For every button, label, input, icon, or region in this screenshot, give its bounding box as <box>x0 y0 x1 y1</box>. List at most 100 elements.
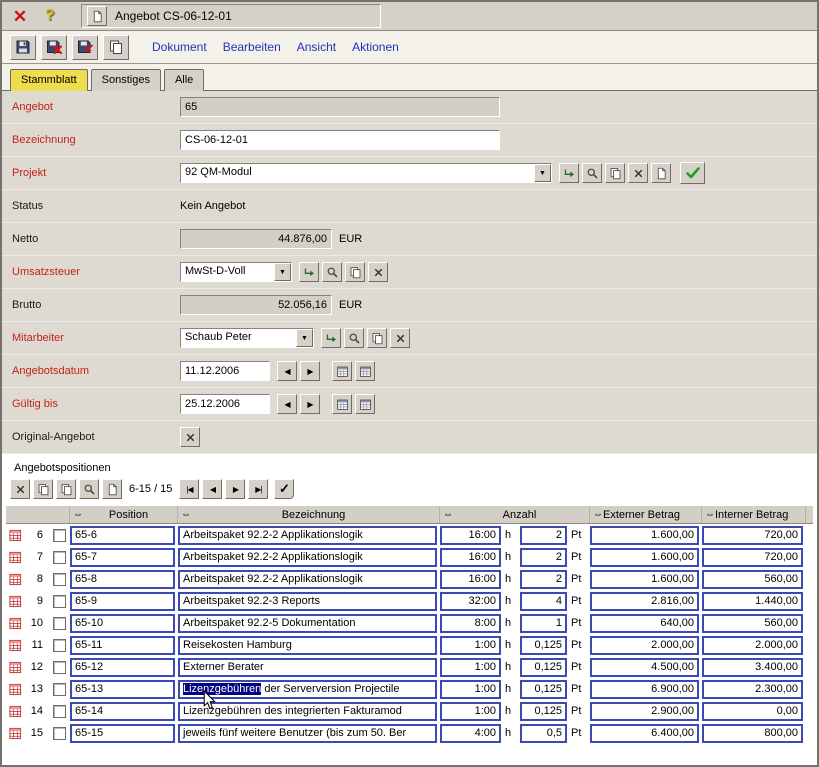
bezeichnung-cell[interactable]: Arbeitspaket 92.2-3 Reports <box>178 592 437 611</box>
row-checkbox[interactable] <box>48 661 70 674</box>
interner-betrag-cell[interactable]: 560,00 <box>702 570 803 589</box>
interner-betrag-cell[interactable]: 720,00 <box>702 526 803 545</box>
angebotsdatum-next-button[interactable]: ▶ <box>300 361 320 381</box>
externer-betrag-cell[interactable]: 2.900,00 <box>590 702 699 721</box>
row-edit-button[interactable] <box>6 661 24 674</box>
externer-betrag-cell[interactable]: 6.400,00 <box>590 724 699 743</box>
close-button[interactable]: ✕ <box>7 5 33 28</box>
original-angebot-checkbox[interactable] <box>180 427 200 447</box>
row-checkbox[interactable] <box>48 595 70 608</box>
menu-bearbeiten[interactable]: Bearbeiten <box>223 40 281 54</box>
mitarbeiter-clear-button[interactable] <box>390 328 410 348</box>
zeit-cell[interactable]: 16:00 <box>440 526 501 545</box>
column-header-bezeichnung[interactable]: ⇔ Bezeichnung <box>178 506 440 523</box>
column-header-anzahl[interactable]: ⇔ Anzahl <box>440 506 590 523</box>
gueltig-bis-calendar-alt-button[interactable] <box>355 394 375 414</box>
row-checkbox[interactable] <box>48 551 70 564</box>
netto-input[interactable] <box>180 229 332 249</box>
bezeichnung-cell[interactable]: jeweils fünf weitere Benutzer (bis zum 5… <box>178 724 437 743</box>
sort-icon[interactable]: ⇔ <box>443 509 453 520</box>
checkbox-box[interactable] <box>53 639 66 652</box>
copy-position-button[interactable] <box>33 479 53 499</box>
externer-betrag-cell[interactable]: 640,00 <box>590 614 699 633</box>
externer-betrag-cell[interactable]: 1.600,00 <box>590 570 699 589</box>
zeit-cell[interactable]: 8:00 <box>440 614 501 633</box>
row-edit-button[interactable] <box>6 617 24 630</box>
gueltig-bis-prev-button[interactable]: ◀ <box>277 394 297 414</box>
position-cell[interactable]: 65-12 <box>70 658 175 677</box>
help-button[interactable]: ? <box>37 5 63 28</box>
bezeichnung-cell[interactable]: Lizenzgebühren des integrierten Fakturam… <box>178 702 437 721</box>
document-button[interactable] <box>87 6 107 26</box>
externer-betrag-cell[interactable]: 1.600,00 <box>590 526 699 545</box>
interner-betrag-cell[interactable]: 1.440,00 <box>702 592 803 611</box>
prev-page-button[interactable]: ◀ <box>202 479 222 499</box>
save-close-button[interactable] <box>41 35 67 60</box>
bezeichnung-cell[interactable]: Externer Berater <box>178 658 437 677</box>
sort-icon[interactable]: ⇔ <box>181 509 191 520</box>
externer-betrag-cell[interactable]: 2.816,00 <box>590 592 699 611</box>
interner-betrag-cell[interactable]: 560,00 <box>702 614 803 633</box>
search-position-button[interactable] <box>79 479 99 499</box>
sort-icon[interactable]: ⇔ <box>705 509 715 520</box>
externer-betrag-cell[interactable]: 4.500,00 <box>590 658 699 677</box>
zeit-cell[interactable]: 1:00 <box>440 702 501 721</box>
anzahl-cell[interactable]: 0,5 <box>520 724 567 743</box>
zeit-cell[interactable]: 16:00 <box>440 570 501 589</box>
mitarbeiter-select[interactable]: Schaub Peter ▼ <box>180 328 314 348</box>
mitarbeiter-copy-button[interactable] <box>367 328 387 348</box>
position-cell[interactable]: 65-11 <box>70 636 175 655</box>
next-page-button[interactable]: ▶ <box>225 479 245 499</box>
interner-betrag-cell[interactable]: 2.000,00 <box>702 636 803 655</box>
interner-betrag-cell[interactable]: 3.400,00 <box>702 658 803 677</box>
row-edit-button[interactable] <box>6 573 24 586</box>
tab-alle[interactable]: Alle <box>164 69 204 91</box>
row-edit-button[interactable] <box>6 595 24 608</box>
projekt-confirm-button[interactable] <box>680 162 705 184</box>
bezeichnung-cell[interactable]: Lizenzgebühren der Serverversion Project… <box>178 680 437 699</box>
bezeichnung-cell[interactable]: Arbeitspaket 92.2-2 Applikationslogik <box>178 526 437 545</box>
mitarbeiter-goto-button[interactable] <box>321 328 341 348</box>
row-edit-button[interactable] <box>6 727 24 740</box>
interner-betrag-cell[interactable]: 800,00 <box>702 724 803 743</box>
projekt-new-button[interactable] <box>651 163 671 183</box>
row-edit-button[interactable] <box>6 639 24 652</box>
umsatzsteuer-search-button[interactable] <box>322 262 342 282</box>
first-page-button[interactable]: |◀ <box>179 479 199 499</box>
row-checkbox[interactable] <box>48 573 70 586</box>
row-edit-button[interactable] <box>6 529 24 542</box>
zeit-cell[interactable]: 4:00 <box>440 724 501 743</box>
row-edit-button[interactable] <box>6 683 24 696</box>
projekt-search-button[interactable] <box>582 163 602 183</box>
gueltig-bis-input[interactable] <box>180 394 270 414</box>
umsatzsteuer-select[interactable]: MwSt-D-Voll ▼ <box>180 262 292 282</box>
row-checkbox[interactable] <box>48 705 70 718</box>
row-edit-button[interactable] <box>6 551 24 564</box>
zeit-cell[interactable]: 16:00 <box>440 548 501 567</box>
position-cell[interactable]: 65-13 <box>70 680 175 699</box>
umsatzsteuer-clear-button[interactable] <box>368 262 388 282</box>
position-cell[interactable]: 65-9 <box>70 592 175 611</box>
row-checkbox[interactable] <box>48 529 70 542</box>
projekt-select[interactable]: 92 QM-Modul ▼ <box>180 163 552 183</box>
projekt-goto-button[interactable] <box>559 163 579 183</box>
anzahl-cell[interactable]: 2 <box>520 548 567 567</box>
externer-betrag-cell[interactable]: 6.900,00 <box>590 680 699 699</box>
angebot-input[interactable] <box>180 97 500 117</box>
interner-betrag-cell[interactable]: 720,00 <box>702 548 803 567</box>
menu-aktionen[interactable]: Aktionen <box>352 40 399 54</box>
anzahl-cell[interactable]: 2 <box>520 526 567 545</box>
column-header-position[interactable]: ⇔ Position <box>70 506 178 523</box>
checkbox-box[interactable] <box>53 727 66 740</box>
menu-dokument[interactable]: Dokument <box>152 40 207 54</box>
save-as-button[interactable] <box>72 35 98 60</box>
checkbox-box[interactable] <box>53 595 66 608</box>
anzahl-cell[interactable]: 1 <box>520 614 567 633</box>
checkbox-box[interactable] <box>53 617 66 630</box>
chevron-down-icon[interactable]: ▼ <box>296 329 313 347</box>
gueltig-bis-calendar-button[interactable] <box>332 394 352 414</box>
copy-document-button[interactable] <box>103 35 129 60</box>
bezeichnung-cell[interactable]: Arbeitspaket 92.2-2 Applikationslogik <box>178 548 437 567</box>
anzahl-cell[interactable]: 2 <box>520 570 567 589</box>
tab-sonstiges[interactable]: Sonstiges <box>91 69 161 91</box>
